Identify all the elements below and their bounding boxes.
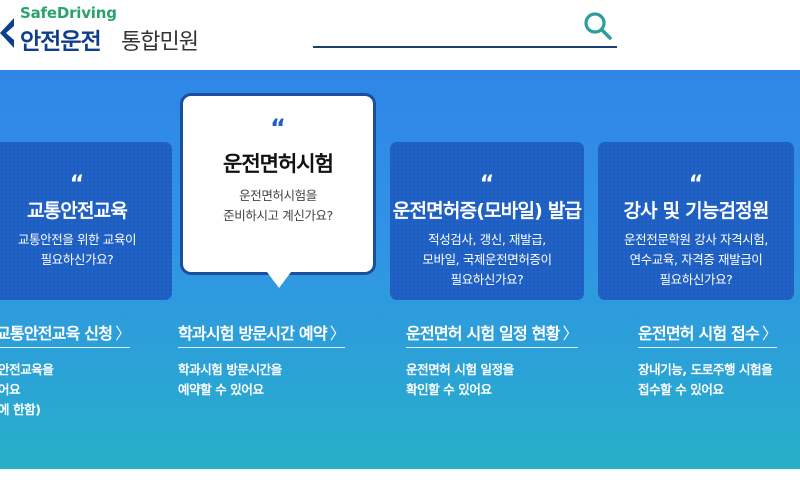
chevron-right-icon: 〉 — [562, 324, 579, 343]
card-description: 교통안전을 위한 교육이 필요하신가요? — [17, 232, 137, 267]
card-traffic-safety-education[interactable]: “ 교통안전교육 교통안전을 위한 교육이 필요하신가요? — [0, 142, 172, 300]
link-description: 장내기능, 도로주행 시험을 접수할 수 있어요 — [638, 362, 773, 397]
chevron-right-icon: 〉 — [115, 324, 131, 343]
card-driving-license-test[interactable]: “ 운전면허시험 운전면허시험을 준비하시고 계신가요? — [183, 96, 373, 288]
service-carousel: “ 교통안전교육 교통안전을 위한 교육이 필요하신가요? “ 운전면허시험 운… — [0, 70, 800, 469]
link-description: 안전교육을 어요 에 한함) — [0, 362, 54, 417]
card-description: 적성검사, 갱신, 재발급, 모바일, 국제운전면허증이 필요하신가요? — [422, 232, 552, 287]
link-test-schedule[interactable]: 운전면허 시험 일정 현황 〉 — [406, 320, 579, 348]
link-traffic-education-apply[interactable]: 교통안전교육 신청 〉 — [0, 320, 131, 348]
quote-icon: “ — [270, 114, 286, 142]
bubble-pointer — [267, 272, 291, 288]
logo-chevron-icon — [0, 18, 14, 48]
search-button[interactable] — [581, 10, 615, 44]
site-header: SafeDriving 안전운전 통합민원 — [0, 0, 800, 70]
link-description: 운전면허 시험 일정을 확인할 수 있어요 — [406, 362, 514, 397]
card-instructor-examiner[interactable]: “ 강사 및 기능검정원 운전전문학원 강사 자격시험, 연수교육, 자격증 재… — [598, 142, 794, 300]
logo-title[interactable]: 안전운전 — [20, 22, 102, 56]
chevron-right-icon: 〉 — [761, 324, 778, 343]
chevron-right-icon: 〉 — [329, 324, 346, 343]
quote-icon: “ — [69, 172, 85, 197]
search-input[interactable] — [313, 10, 573, 46]
link-written-test-reservation[interactable]: 학과시험 방문시간 예약 〉 — [178, 320, 346, 348]
card-title: 운전면허시험 — [223, 152, 334, 176]
card-title: 운전면허증(모바일) 발급 — [392, 200, 582, 222]
link-test-registration[interactable]: 운전면허 시험 접수 〉 — [638, 320, 778, 348]
card-description: 운전전문학원 강사 자격시험, 연수교육, 자격증 재발급이 필요하신가요? — [624, 232, 768, 287]
card-license-issuance[interactable]: “ 운전면허증(모바일) 발급 적성검사, 갱신, 재발급, 모바일, 국제운전… — [390, 142, 584, 300]
card-title: 교통안전교육 — [26, 200, 128, 222]
quote-icon: “ — [479, 172, 495, 197]
card-description: 운전면허시험을 준비하시고 계신가요? — [223, 188, 333, 223]
logo-subtitle: SafeDriving — [20, 4, 117, 22]
quote-icon: “ — [688, 172, 704, 197]
link-description: 학과시험 방문시간을 예약할 수 있어요 — [178, 362, 282, 397]
search-icon — [584, 11, 612, 40]
logo-suffix: 통합민원 — [121, 30, 199, 55]
card-title: 강사 및 기능검정원 — [623, 200, 769, 222]
search-bar — [313, 10, 617, 48]
